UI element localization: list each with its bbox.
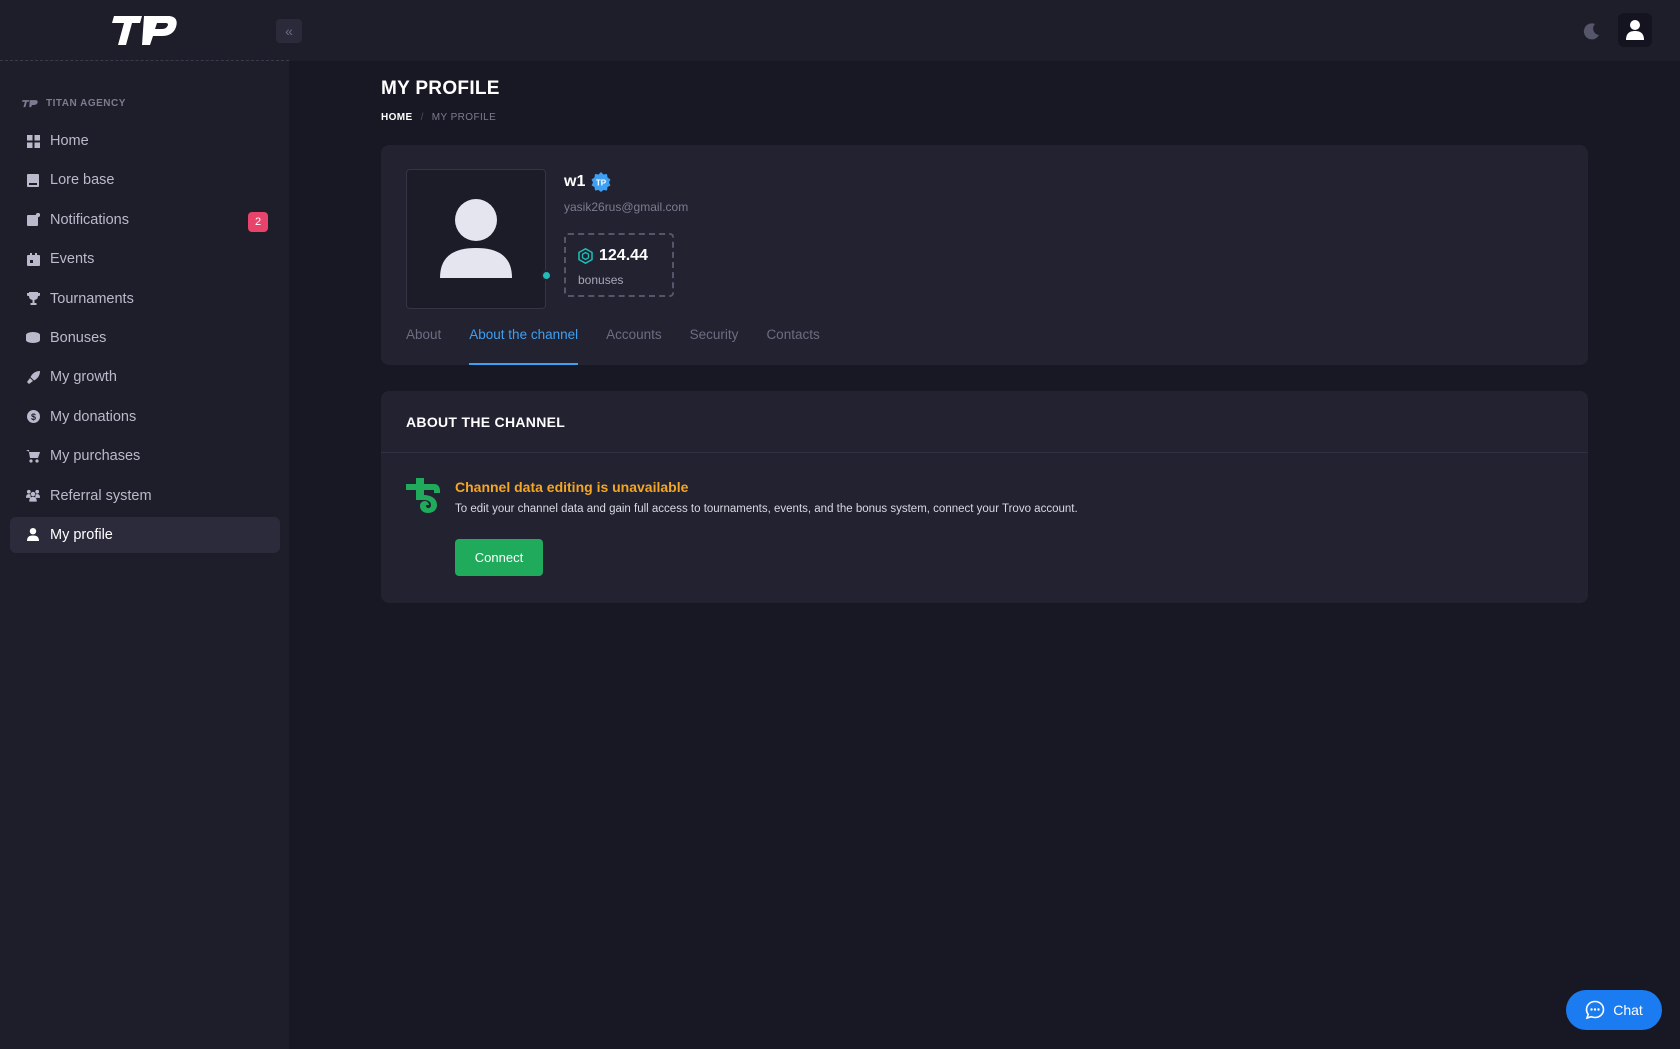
user-icon — [26, 528, 40, 542]
user-placeholder-icon — [440, 199, 512, 278]
page-title: MY PROFILE — [381, 78, 500, 99]
trovo-icon — [406, 478, 440, 513]
notification-icon — [26, 213, 40, 227]
tab-contacts[interactable]: Contacts — [766, 319, 819, 365]
double-chevron-left-icon: « — [285, 23, 293, 39]
sidebar-section-label: TITAN AGENCY — [22, 98, 126, 109]
warning-title: Channel data editing is unavailable — [455, 479, 689, 495]
profile-card: w1 TP yasik26rus@gmail.com 124.44 bonuse… — [381, 145, 1588, 365]
rocket-icon — [26, 370, 40, 384]
logo-icon[interactable] — [112, 12, 178, 48]
sidebar-item-label: My donations — [50, 408, 137, 425]
sidebar-item-label: My profile — [50, 526, 113, 543]
chat-label: Chat — [1613, 1002, 1643, 1018]
sidebar-item-lore-base[interactable]: Lore base — [10, 162, 280, 198]
warning-text: To edit your channel data and gain full … — [455, 503, 1078, 515]
bonus-value: 124.44 — [578, 247, 648, 265]
users-icon — [26, 489, 40, 503]
breadcrumb-current: MY PROFILE — [431, 112, 497, 123]
sidebar-item-label: Tournaments — [50, 290, 134, 307]
cart-icon — [26, 449, 40, 463]
sidebar-item-bonuses[interactable]: Bonuses — [10, 320, 280, 356]
dollar-icon: $ — [26, 410, 40, 424]
sidebar-item-my-donations[interactable]: $ My donations — [10, 399, 280, 435]
tab-about-the-channel[interactable]: About the channel — [469, 319, 578, 365]
trophy-icon — [26, 292, 40, 306]
sidebar-item-label: Events — [50, 251, 95, 268]
chat-button[interactable]: Chat — [1566, 990, 1662, 1030]
sidebar-item-notifications[interactable]: Notifications 2 — [10, 202, 280, 238]
moon-icon[interactable] — [1583, 22, 1601, 40]
user-email: yasik26rus@gmail.com — [564, 200, 689, 214]
avatar[interactable] — [406, 169, 546, 309]
tab-security[interactable]: Security — [690, 319, 739, 365]
bonus-label: bonuses — [578, 273, 624, 287]
sidebar-item-label: Notifications — [50, 211, 129, 228]
sidebar-item-home[interactable]: Home — [10, 123, 280, 159]
sidebar-item-events[interactable]: Events — [10, 241, 280, 277]
sidebar-item-label: My growth — [50, 369, 117, 386]
breadcrumb: HOME / MY PROFILE — [381, 112, 496, 123]
user-menu-button[interactable] — [1618, 13, 1652, 47]
verified-badge-icon: TP — [591, 172, 611, 192]
calendar-icon — [26, 252, 40, 266]
sidebar-item-my-profile[interactable]: My profile — [10, 516, 280, 553]
book-icon — [26, 173, 40, 187]
sidebar-item-referral-system[interactable]: Referral system — [10, 478, 280, 514]
coins-icon — [26, 331, 40, 345]
svg-text:TP: TP — [596, 179, 607, 188]
sidebar-item-label: Bonuses — [50, 329, 107, 346]
logo-small-icon — [22, 100, 38, 108]
breadcrumb-home-link[interactable]: HOME — [381, 112, 413, 123]
sidebar-item-label: Home — [50, 133, 89, 149]
logo-area — [0, 0, 289, 61]
dashboard-icon — [26, 134, 40, 148]
online-status-dot — [541, 270, 552, 281]
sidebar-item-label: My purchases — [50, 448, 141, 465]
user-icon — [1626, 20, 1644, 40]
breadcrumb-separator: / — [420, 112, 424, 123]
channel-card-heading: ABOUT THE CHANNEL — [381, 391, 1588, 453]
channel-card: ABOUT THE CHANNEL Channel data editing i… — [381, 391, 1588, 603]
notification-badge: 2 — [248, 211, 268, 232]
sidebar-item-label: Referral system — [50, 487, 152, 504]
chat-bubble-icon — [1585, 1000, 1605, 1020]
sidebar: TITAN AGENCY Home Lore base Notification… — [0, 61, 289, 1049]
sidebar-item-my-purchases[interactable]: My purchases — [10, 438, 280, 474]
hexagon-coin-icon — [578, 248, 593, 264]
connect-button[interactable]: Connect — [455, 539, 543, 576]
bonus-balance: 124.44 bonuses — [564, 233, 674, 297]
tab-about[interactable]: About — [406, 319, 441, 365]
username: w1 TP — [564, 172, 611, 192]
top-bar: « — [0, 0, 1680, 61]
tab-accounts[interactable]: Accounts — [606, 319, 662, 365]
sidebar-item-my-growth[interactable]: My growth — [10, 359, 280, 395]
sidebar-item-label: Lore base — [50, 172, 115, 189]
collapse-sidebar-button[interactable]: « — [276, 19, 302, 43]
profile-tabs: About About the channel Accounts Securit… — [406, 319, 820, 365]
svg-text:$: $ — [30, 412, 35, 422]
sidebar-nav: Home Lore base Notifications 2 Events To… — [10, 123, 280, 556]
sidebar-item-tournaments[interactable]: Tournaments — [10, 281, 280, 317]
